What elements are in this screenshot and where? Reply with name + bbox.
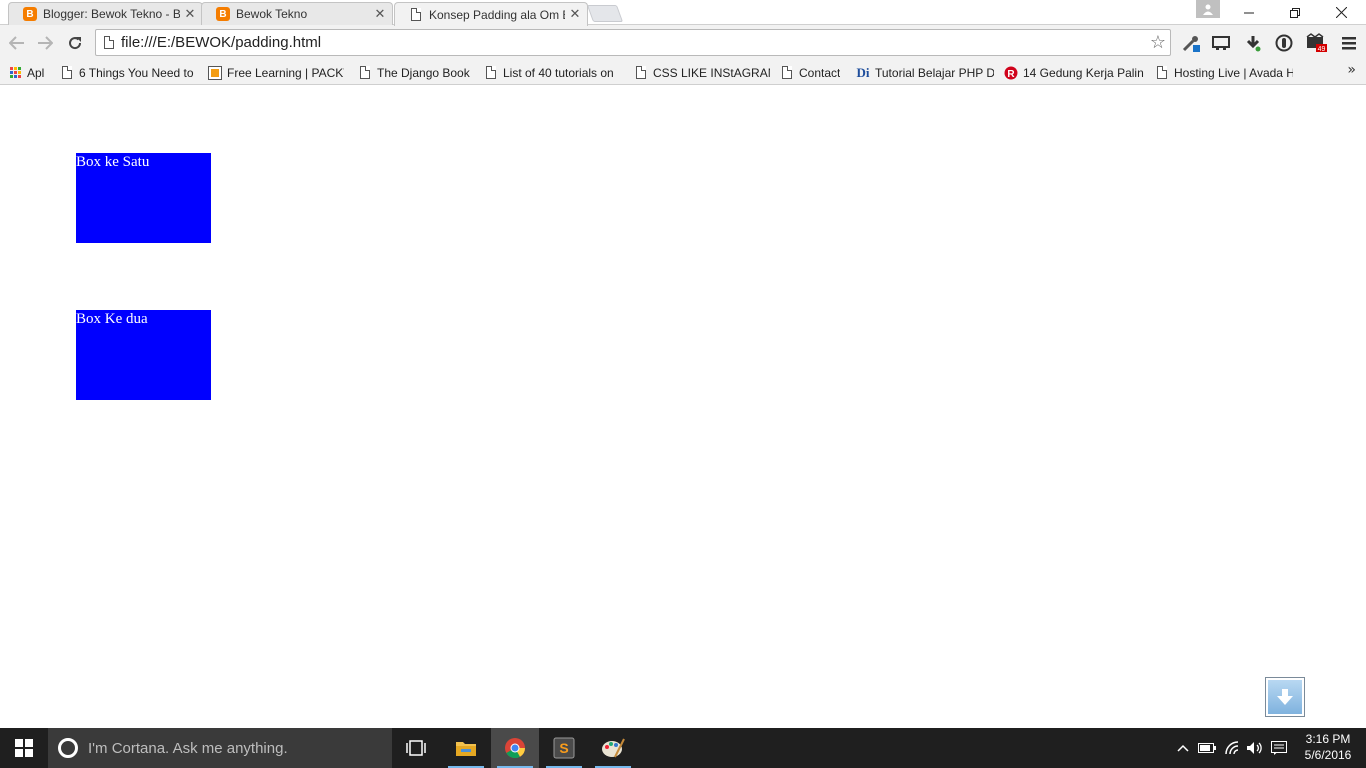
bookmarks-bar: Apl 6 Things You Need to Free Learning |…	[0, 60, 1366, 85]
tab-strip: B Blogger: Bewok Tekno - B ✕ B Bewok Tek…	[0, 0, 1366, 26]
system-clock[interactable]: 3:16 PM 5/6/2016	[1298, 731, 1358, 763]
chevron-double-right-icon[interactable]: »	[1347, 62, 1356, 78]
bookmark-gedung-kerja[interactable]: R 14 Gedung Kerja Palin	[1004, 63, 1144, 82]
page-icon	[484, 66, 498, 80]
download-widget-button[interactable]	[1265, 677, 1305, 717]
page-viewport: Box ke Satu Box Ke dua	[0, 85, 1366, 728]
bookmark-tutorial-php[interactable]: Di Tutorial Belajar PHP D	[856, 63, 995, 82]
page-icon	[104, 36, 114, 49]
cortana-placeholder: I'm Cortana. Ask me anything.	[88, 739, 288, 757]
windows-logo-icon	[15, 739, 33, 757]
browser-toolbar: file:///E:/BEWOK/padding.html ☆ 49	[0, 25, 1366, 60]
svg-text:49: 49	[1318, 46, 1326, 53]
restore-button[interactable]	[1272, 0, 1318, 25]
box-one: Box ke Satu	[76, 153, 211, 243]
bookmark-css-instagram[interactable]: CSS LIKE INStAGRAM	[634, 63, 770, 82]
file-explorer-taskbar-icon[interactable]	[442, 728, 490, 768]
box-two: Box Ke dua	[76, 310, 211, 400]
chevron-up-icon[interactable]	[1176, 728, 1190, 768]
profile-icon[interactable]	[1196, 0, 1220, 18]
tab-konsep-padding[interactable]: Konsep Padding ala Om B ✕	[394, 2, 588, 26]
back-button[interactable]	[4, 30, 30, 56]
bookmark-django-book[interactable]: The Django Book	[358, 63, 474, 82]
wifi-icon[interactable]	[1222, 728, 1244, 768]
duniailkom-icon: Di	[856, 64, 870, 80]
new-tab-button[interactable]	[586, 5, 624, 22]
page-icon	[358, 66, 372, 80]
close-icon[interactable]: ✕	[184, 7, 196, 22]
bookmark-hosting-live[interactable]: Hosting Live | Avada H	[1155, 63, 1293, 82]
task-view-button[interactable]	[392, 728, 440, 768]
bookmark-6-things[interactable]: 6 Things You Need to	[60, 63, 194, 82]
clock-date: 5/6/2016	[1304, 748, 1352, 762]
cast-extension-icon[interactable]	[1210, 32, 1232, 54]
bookmark-40-tutorials[interactable]: List of 40 tutorials on	[484, 63, 618, 82]
clock-time: 3:16 PM	[1305, 732, 1351, 746]
tab-blogger-dashboard[interactable]: B Blogger: Bewok Tekno - B ✕	[8, 2, 203, 25]
box-two-label: Box Ke dua	[76, 311, 148, 327]
forward-button[interactable]	[32, 30, 58, 56]
bookmark-packt[interactable]: Free Learning | PACKT	[208, 63, 344, 82]
blogger-icon: B	[23, 7, 37, 21]
blogger-icon: B	[216, 7, 230, 21]
volume-icon[interactable]	[1244, 728, 1266, 768]
page-icon	[1155, 66, 1169, 80]
chrome-menu-icon[interactable]	[1338, 32, 1360, 54]
reload-button[interactable]	[62, 30, 88, 56]
action-center-icon[interactable]	[1268, 728, 1290, 768]
screen: B Blogger: Bewok Tekno - B ✕ B Bewok Tek…	[0, 0, 1366, 768]
battery-icon[interactable]	[1196, 728, 1218, 768]
eyedropper-extension-icon[interactable]	[1180, 32, 1202, 54]
red-badge-icon: R	[1004, 66, 1018, 80]
download-extension-icon[interactable]	[1242, 32, 1264, 54]
close-icon[interactable]: ✕	[569, 7, 581, 22]
windows-taskbar: I'm Cortana. Ask me anything. S 3:16 PM …	[0, 728, 1366, 768]
sublime-text-taskbar-icon[interactable]: S	[540, 728, 588, 768]
bookmark-apps[interactable]: Apl	[8, 63, 50, 82]
tab-title: Bewok Tekno	[236, 7, 308, 21]
page-icon	[60, 66, 74, 80]
paint-taskbar-icon[interactable]	[589, 728, 637, 768]
tab-title: Konsep Padding ala Om B	[429, 7, 565, 22]
minimize-button[interactable]	[1226, 0, 1272, 25]
bookmark-contact[interactable]: Contact	[780, 63, 846, 82]
address-url: file:///E:/BEWOK/padding.html	[121, 34, 322, 51]
tab-title: Blogger: Bewok Tekno - B	[43, 7, 180, 21]
svg-text:S: S	[559, 740, 568, 756]
windows-start-button[interactable]	[0, 728, 48, 768]
page-icon	[409, 8, 423, 22]
packt-icon	[208, 65, 222, 80]
tab-bewok-tekno[interactable]: B Bewok Tekno ✕	[201, 2, 393, 25]
chrome-taskbar-icon[interactable]	[491, 728, 539, 768]
address-bar[interactable]: file:///E:/BEWOK/padding.html ☆	[95, 29, 1171, 56]
video-downloader-extension-icon[interactable]: 49	[1306, 32, 1328, 54]
page-icon	[780, 66, 794, 80]
apps-grid-icon	[8, 66, 22, 80]
close-icon[interactable]: ✕	[374, 7, 386, 22]
close-window-button[interactable]	[1318, 0, 1364, 25]
svg-text:R: R	[1007, 69, 1015, 80]
ghostery-extension-icon[interactable]	[1273, 32, 1295, 54]
cortana-circle-icon	[58, 738, 78, 758]
page-icon	[634, 66, 648, 80]
bookmark-star-icon[interactable]: ☆	[1150, 32, 1166, 53]
arrow-down-icon	[1268, 680, 1302, 714]
cortana-search-box[interactable]: I'm Cortana. Ask me anything.	[48, 728, 392, 768]
box-one-label: Box ke Satu	[76, 154, 150, 170]
